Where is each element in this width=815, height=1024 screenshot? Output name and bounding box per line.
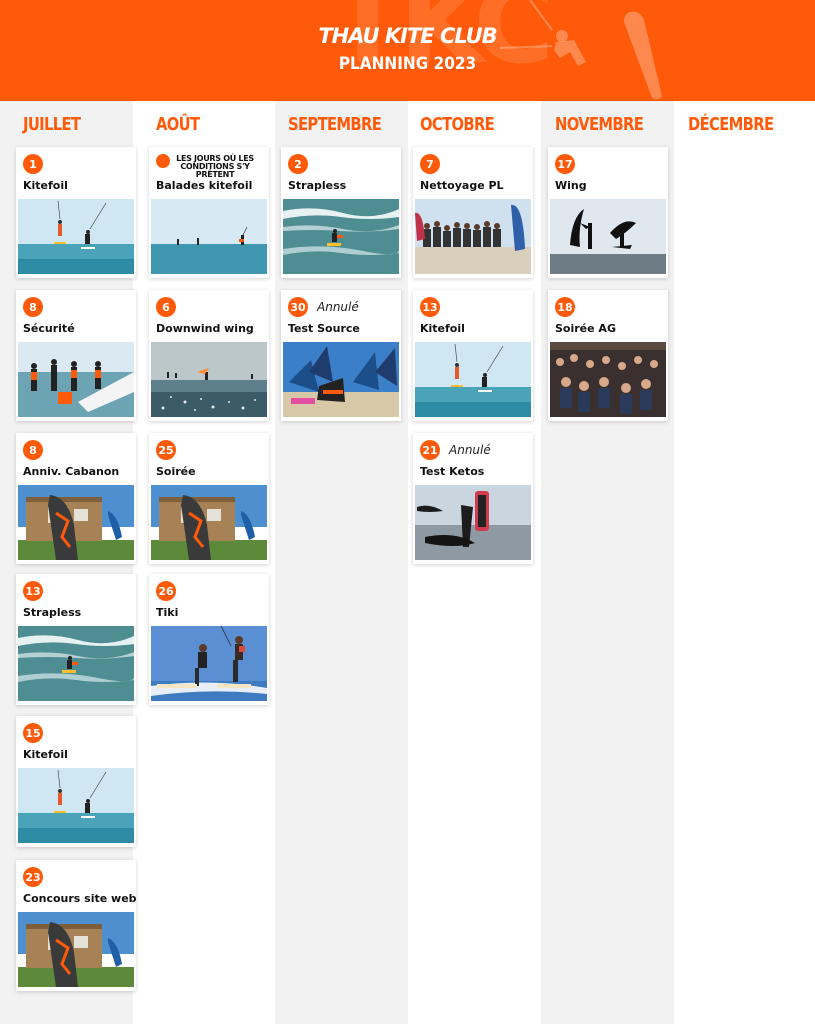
event-status: Annulé — [449, 443, 491, 457]
event-card[interactable]: 17 Wing — [548, 147, 668, 278]
event-label: Kitefoil — [23, 179, 68, 192]
event-card[interactable]: 26 Tiki — [149, 574, 269, 705]
kitefoil-photo — [18, 199, 134, 274]
month-title: NOVEMBRE — [555, 114, 644, 135]
day-badge: 7 — [420, 154, 440, 174]
event-label: Kitefoil — [420, 322, 465, 335]
day-badge: 1 — [23, 154, 43, 174]
event-card[interactable]: 18 Soirée AG — [548, 290, 668, 421]
event-status: Annulé — [317, 300, 359, 314]
event-label: Soirée — [156, 465, 196, 478]
event-label: Test Ketos — [420, 465, 485, 478]
header-banner: TKC THAU KITE CLUB PLANNING 2023 — [0, 0, 815, 101]
strapless-photo — [283, 199, 399, 274]
balade-photo — [151, 199, 267, 274]
event-label: Tiki — [156, 606, 179, 619]
event-card[interactable]: 1 Kitefoil — [16, 147, 136, 278]
ketos-photo — [415, 485, 531, 560]
day-badge: 25 — [156, 440, 176, 460]
event-label: Test Source — [288, 322, 360, 335]
cabanon-photo — [18, 485, 134, 560]
kiter-silhouette-icon — [499, 0, 662, 100]
event-card[interactable]: 13 Kitefoil — [413, 290, 533, 421]
day-badge: 13 — [23, 581, 43, 601]
event-card[interactable]: 8 Anniv. Cabanon — [16, 433, 136, 564]
event-note: LES JOURS OÙ LES CONDITIONS S'Y PRÊTENT — [176, 154, 254, 179]
event-card[interactable]: 2 Strapless — [281, 147, 401, 278]
cabanon-photo — [151, 485, 267, 560]
event-label: Strapless — [23, 606, 82, 619]
event-label: Strapless — [288, 179, 347, 192]
kitefoil-photo — [415, 342, 531, 417]
day-badge: 8 — [23, 440, 43, 460]
month-title: SEPTEMBRE — [288, 114, 382, 135]
event-card[interactable]: 25 Soirée — [149, 433, 269, 564]
event-label: Concours site web — [23, 892, 137, 905]
day-badge: 21 — [420, 440, 440, 460]
day-badge: 17 — [555, 154, 575, 174]
day-badge: 30 — [288, 297, 308, 317]
club-logo-text: THAU KITE CLUB — [318, 24, 497, 48]
month-title: OCTOBRE — [420, 114, 495, 135]
event-label: Wing — [555, 179, 587, 192]
event-label: Balades kitefoil — [156, 179, 253, 192]
strapless-photo — [18, 626, 134, 701]
test-source-photo — [283, 342, 399, 417]
event-card[interactable]: 7 Nettoyage PL — [413, 147, 533, 278]
event-card[interactable]: 21 Annulé Test Ketos — [413, 433, 533, 564]
day-badge: 13 — [420, 297, 440, 317]
event-card[interactable]: 8 Sécurité — [16, 290, 136, 421]
securite-photo — [18, 342, 134, 417]
downwind-photo — [151, 342, 267, 417]
soiree-ag-photo — [550, 342, 666, 417]
nettoyage-photo — [415, 199, 531, 274]
month-column: DÉCEMBRE — [674, 101, 807, 1024]
month-title: DÉCEMBRE — [688, 114, 774, 135]
day-badge: 15 — [23, 723, 43, 743]
kitefoil-photo — [18, 768, 134, 843]
month-title: JUILLET — [23, 114, 81, 135]
tiki-photo — [151, 626, 267, 701]
wing-photo — [550, 199, 666, 274]
day-badge: 6 — [156, 297, 176, 317]
page-title: PLANNING 2023 — [338, 54, 477, 74]
event-label: Anniv. Cabanon — [23, 465, 120, 478]
event-label: Sécurité — [23, 322, 75, 335]
event-card[interactable]: 23 Concours site web — [16, 860, 137, 991]
event-label: Kitefoil — [23, 748, 68, 761]
event-card[interactable]: LES JOURS OÙ LES CONDITIONS S'Y PRÊTENT B… — [149, 147, 269, 278]
month-title: AOÛT — [156, 114, 200, 135]
day-badge: 2 — [288, 154, 308, 174]
event-card[interactable]: 30 Annulé Test Source — [281, 290, 401, 421]
event-label: Nettoyage PL — [420, 179, 504, 192]
day-badge: 18 — [555, 297, 575, 317]
event-label: Downwind wing — [156, 322, 254, 335]
cabanon-photo — [18, 912, 134, 987]
event-card[interactable]: 13 Strapless — [16, 574, 136, 705]
day-badge: 8 — [23, 297, 43, 317]
event-card[interactable]: 15 Kitefoil — [16, 716, 136, 847]
event-card[interactable]: 6 Downwind wing — [149, 290, 269, 421]
event-label: Soirée AG — [555, 322, 616, 335]
day-badge: 23 — [23, 867, 43, 887]
day-badge: 26 — [156, 581, 176, 601]
